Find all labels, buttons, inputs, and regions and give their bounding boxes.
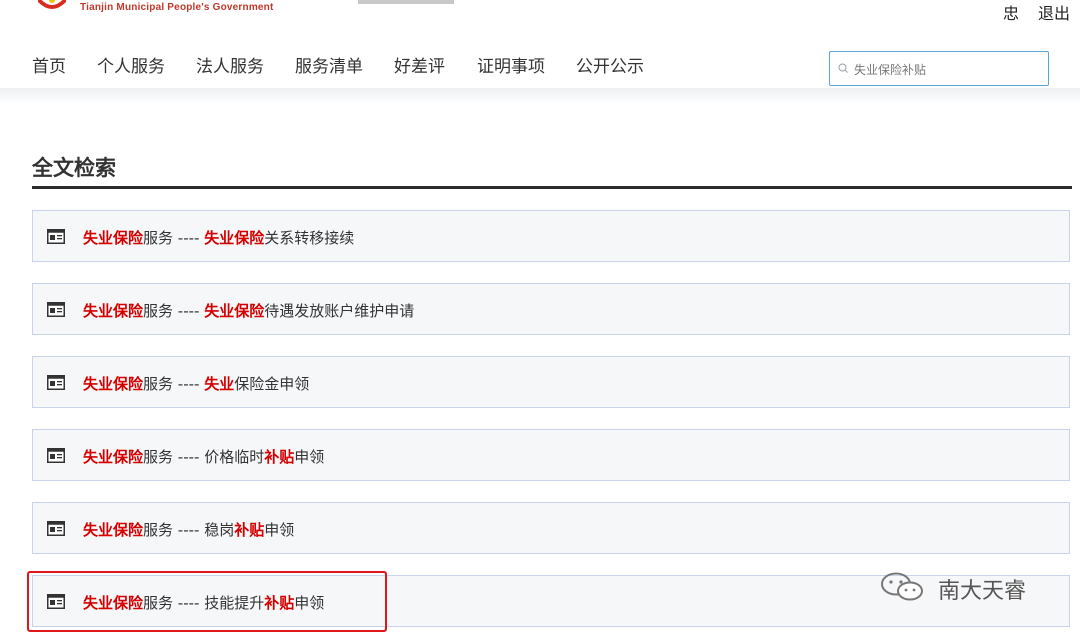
result-title: 失业保险服务 ---- 失业保险金申领	[83, 373, 309, 394]
result-keyword: 失业保险	[83, 375, 144, 393]
logout-link[interactable]: 退出	[1038, 0, 1070, 24]
result-keyword: 失业保险	[204, 302, 265, 320]
result-text: 服务 ----	[143, 375, 205, 393]
result-title: 失业保险服务 ---- 价格临时补贴申领	[83, 446, 324, 467]
user-name[interactable]: 忠	[1003, 0, 1019, 24]
search-icon	[838, 63, 848, 73]
document-icon	[47, 302, 65, 317]
result-title: 失业保险服务 ---- 失业保险待遇发放账户维护申请	[83, 300, 414, 321]
document-icon	[47, 448, 65, 463]
result-keyword: 补贴	[264, 594, 295, 612]
result-title: 失业保险服务 ---- 失业保险关系转移接续	[83, 227, 354, 248]
result-text: 申领	[294, 594, 325, 612]
nav-shadow	[0, 88, 1080, 104]
logo-org-name: Tianjin Municipal People's Government	[80, 2, 274, 13]
section-divider	[32, 186, 1072, 189]
result-keyword: 失业保险	[83, 229, 144, 247]
result-keyword: 失业保险	[204, 229, 265, 247]
nav-personal-services[interactable]: 个人服务	[97, 52, 165, 77]
document-icon	[47, 229, 65, 244]
result-title: 失业保险服务 ---- 稳岗补贴申领	[83, 519, 294, 540]
nav-service-rating[interactable]: 好差评	[394, 52, 445, 77]
result-keyword: 补贴	[264, 448, 295, 466]
search-result-item[interactable]: 失业保险服务 ---- 失业保险金申领	[32, 356, 1070, 408]
nav-home[interactable]: 首页	[32, 52, 66, 77]
top-bar: Tianjin Municipal People's Government 忠 …	[0, 0, 1080, 23]
document-icon	[47, 375, 65, 390]
result-keyword: 失业	[204, 375, 235, 393]
wechat-icon	[881, 572, 923, 601]
result-text: 服务 ----	[143, 229, 205, 247]
search-result-item[interactable]: 失业保险服务 ---- 价格临时补贴申领	[32, 429, 1070, 481]
search-result-item[interactable]: 失业保险服务 ---- 失业保险关系转移接续	[32, 210, 1070, 262]
result-text: 服务 ---- 技能提升	[143, 594, 265, 612]
result-text: 关系转移接续	[264, 229, 355, 247]
document-icon	[47, 594, 65, 609]
watermark-text: 南大天睿	[938, 579, 1027, 604]
result-text: 待遇发放账户维护申请	[264, 302, 415, 320]
page-title: 全文检索	[32, 156, 116, 180]
nav-corporate-services[interactable]: 法人服务	[196, 52, 264, 77]
document-icon	[47, 521, 65, 536]
result-text: 申领	[294, 448, 325, 466]
result-keyword: 补贴	[234, 521, 265, 539]
search-input[interactable]	[854, 58, 1039, 80]
result-keyword: 失业保险	[83, 302, 144, 320]
result-text: 申领	[264, 521, 295, 539]
result-keyword: 失业保险	[83, 521, 144, 539]
result-keyword: 失业保险	[83, 448, 144, 466]
result-title: 失业保险服务 ---- 技能提升补贴申领	[83, 592, 324, 613]
nav-certification-items[interactable]: 证明事项	[477, 52, 545, 77]
search-result-item[interactable]: 失业保险服务 ---- 稳岗补贴申领	[32, 502, 1070, 554]
nav-public-announcements[interactable]: 公开公示	[576, 52, 644, 77]
nav-service-list[interactable]: 服务清单	[295, 52, 363, 77]
government-emblem-icon	[38, 0, 66, 9]
top-divider	[358, 0, 454, 4]
result-text: 服务 ---- 稳岗	[143, 521, 235, 539]
search-result-item[interactable]: 失业保险服务 ---- 失业保险待遇发放账户维护申请	[32, 283, 1070, 335]
result-text: 服务 ---- 价格临时	[143, 448, 265, 466]
result-text: 保险金申领	[234, 375, 310, 393]
search-box[interactable]	[829, 51, 1049, 86]
result-text: 服务 ----	[143, 302, 205, 320]
result-keyword: 失业保险	[83, 594, 144, 612]
